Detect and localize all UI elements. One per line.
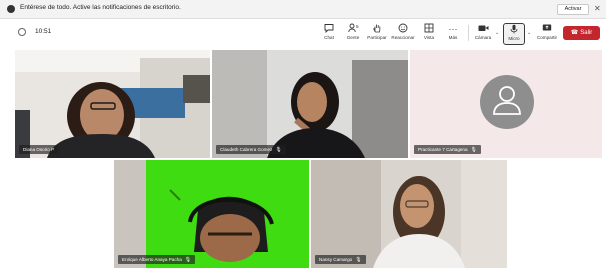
participant-video [212,50,408,158]
camera-options-chevron-down-icon[interactable]: ⌄ [495,30,499,36]
mic-muted-icon: 🎙 [470,147,477,153]
participant-name-tag: Diana Osorio P [19,145,59,154]
leave-button[interactable]: ☎ Salir [563,26,600,40]
participant-name: Nansy Camargo [319,257,353,262]
participant-tile[interactable]: Practicante 7 Cartagena 🎙 [410,50,602,158]
participant-name-tag: Claudeth Cabrera Gomez 🎙 [216,145,286,154]
react-button[interactable]: Reaccionar [391,23,415,45]
mic-button[interactable]: Micro [503,23,525,45]
participant-tile[interactable]: Claudeth Cabrera Gomez 🎙 [212,50,408,158]
grid-icon [418,23,440,35]
more-icon: ··· [448,24,458,34]
shield-icon[interactable] [18,28,26,36]
participant-tile[interactable]: Nansy Camargo 🎙 [311,160,507,268]
people-button[interactable]: 5 Gente [342,23,364,45]
mic-icon [504,24,524,36]
close-icon[interactable]: ✕ [594,3,601,15]
participant-video [114,160,309,268]
participant-name-tag: Nansy Camargo 🎙 [315,255,366,264]
chat-icon [318,23,340,35]
participant-name: Claudeth Cabrera Gomez [220,147,273,152]
smiley-icon [392,23,414,35]
leave-label: Salir [580,30,593,36]
more-label: Más [448,35,458,40]
share-label: Compartir [536,35,558,40]
people-count: 5 [356,24,359,29]
view-button[interactable]: Vista [418,23,440,45]
participant-name: Enrique Alberto Anaya Pacha [122,257,182,262]
share-icon [536,23,558,35]
notification-bar: Entérese de todo. Active las notificacio… [0,0,606,19]
mic-muted-icon: 🎙 [184,257,192,263]
camera-label: Cámara [474,35,492,40]
activate-notifications-button[interactable]: Activar [557,4,589,15]
participant-video [311,160,507,268]
mic-muted-icon: 🎙 [275,147,282,153]
mic-label: Micro [508,36,520,41]
phone-hangup-icon: ☎ [570,30,579,36]
camera-icon [472,23,494,35]
people-icon [342,23,364,35]
participant-name: Practicante 7 Cartagena [418,147,468,152]
person-avatar-icon [480,75,534,129]
hand-icon [366,23,388,35]
chat-button[interactable]: Chat [318,23,340,45]
participant-name-tag: Enrique Alberto Anaya Pacha 🎙 [118,255,196,264]
more-button[interactable]: ··· Más [442,23,464,45]
raise-hand-button[interactable]: Participar [366,23,388,45]
participant-name-tag: Practicante 7 Cartagena 🎙 [414,145,481,154]
mic-muted-icon: 🎙 [355,257,362,263]
participant-tile[interactable]: Diana Osorio P [15,50,210,158]
share-button[interactable]: Compartir [536,23,558,45]
meeting-toolbar: 10:51 Chat 5 Gente Participar Reaccionar… [0,20,606,46]
participant-name: Diana Osorio P [23,147,55,152]
participant-tile[interactable]: Enrique Alberto Anaya Pacha 🎙 [114,160,309,268]
notification-message: Entérese de todo. Active las notificacio… [20,4,181,11]
camera-button[interactable]: Cámara [472,23,494,45]
mic-options-chevron-down-icon[interactable]: ⌄ [527,30,531,36]
info-icon [7,5,15,13]
meeting-timer: 10:51 [35,28,52,35]
participant-video [15,50,210,158]
